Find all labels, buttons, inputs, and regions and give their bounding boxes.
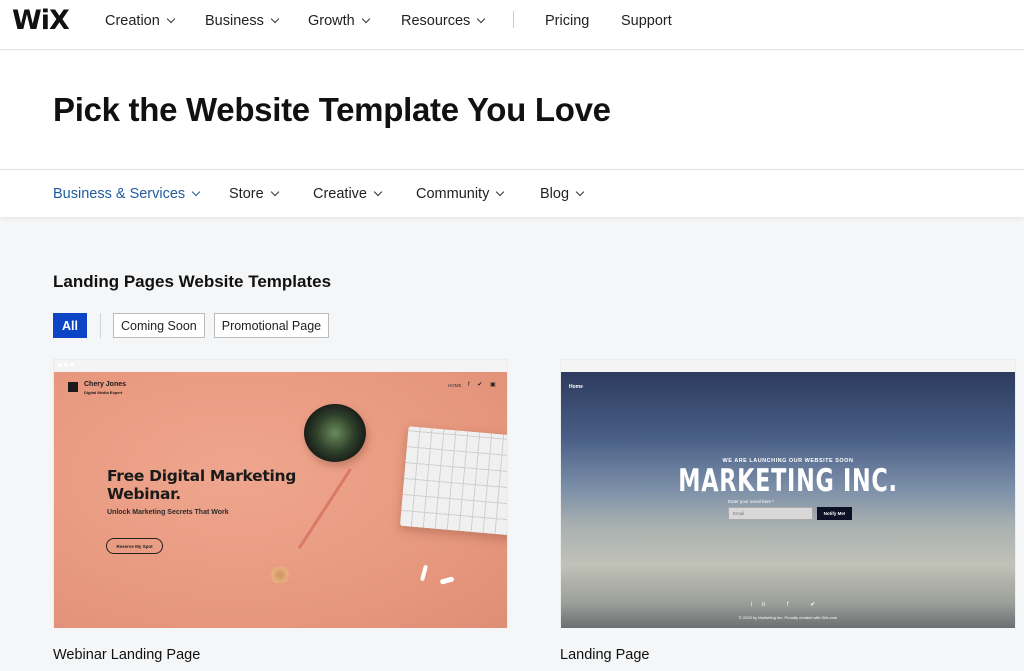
filter-all[interactable]: All <box>53 313 87 338</box>
preview-title: MARKETING INC. <box>678 463 898 499</box>
nav-label: Resources <box>401 13 471 29</box>
template-name[interactable]: Webinar Landing Page <box>53 647 200 663</box>
nav-label: Creation <box>105 13 160 29</box>
template-card-landing[interactable]: Home WE ARE LAUNCHING OUR WEBSITE SOON M… <box>560 359 1016 628</box>
nav-item-pricing[interactable]: Pricing <box>545 13 589 29</box>
chevron-down-icon <box>373 187 383 197</box>
browser-bar <box>54 360 507 372</box>
nav-item-creation[interactable]: Creation <box>105 13 176 29</box>
headline-line-1: Free Digital Marketing <box>107 467 297 485</box>
keyboard-image <box>399 426 507 536</box>
browser-bar <box>561 360 1015 372</box>
preview-nav-home: HOME <box>448 383 462 388</box>
chevron-down-icon <box>477 14 486 24</box>
preview-email-label: Enter your email here * <box>728 499 775 504</box>
category-label: Business & Services <box>53 186 186 202</box>
nav-item-growth[interactable]: Growth <box>308 13 370 29</box>
filter-promotional-page[interactable]: Promotional Page <box>213 313 330 338</box>
category-creative[interactable]: Creative <box>313 186 383 202</box>
chevron-down-icon <box>270 14 280 24</box>
preview-social-icons: in f ✔ <box>750 602 826 608</box>
preview-cta-button: Reserve My Spot <box>106 538 163 554</box>
preview-email-field: Email <box>728 507 813 520</box>
brand-logo-icon <box>68 382 78 392</box>
top-navigation: WiX Creation Business Growth Resources P… <box>0 0 1024 50</box>
pencil-image <box>297 468 352 550</box>
category-business-services[interactable]: Business & Services <box>53 186 201 202</box>
nav-label: Support <box>621 13 672 29</box>
chevron-down-icon <box>575 187 585 197</box>
plant-image <box>304 404 366 462</box>
nav-label: Pricing <box>545 13 590 29</box>
headline-line-2: Webinar. <box>107 485 181 503</box>
nav-item-resources[interactable]: Resources <box>401 13 486 29</box>
nav-label: Growth <box>308 13 355 29</box>
section-title: Landing Pages Website Templates <box>53 272 332 291</box>
hero-section: Pick the Website Template You Love <box>0 51 1024 169</box>
earbud-image <box>439 576 455 585</box>
nav-item-support[interactable]: Support <box>621 13 672 29</box>
preview-headline: Free Digital Marketing Webinar. <box>107 467 296 503</box>
filter-coming-soon[interactable]: Coming Soon <box>112 313 205 338</box>
preview-subhead: Unlock Marketing Secrets That Work <box>107 509 229 516</box>
nav-item-business[interactable]: Business <box>205 13 280 29</box>
category-label: Blog <box>540 186 570 202</box>
filter-bar: All Coming Soon Promotional Page <box>53 313 338 338</box>
chevron-down-icon <box>270 187 279 197</box>
category-label: Store <box>229 186 264 202</box>
preview-brand-name: Chery Jones <box>84 381 127 388</box>
nav-label: Business <box>205 13 264 29</box>
preview-footer: © 2023 by Marketing Inc. Proudly created… <box>738 615 838 620</box>
template-preview: Home WE ARE LAUNCHING OUR WEBSITE SOON M… <box>561 372 1015 628</box>
category-navigation: Business & Services Store Creative Commu… <box>0 169 1024 217</box>
window-dots-icon <box>58 363 74 367</box>
template-name[interactable]: Landing Page <box>560 647 650 663</box>
chevron-down-icon <box>191 187 201 197</box>
category-community[interactable]: Community <box>416 186 505 202</box>
category-store[interactable]: Store <box>229 186 279 202</box>
earbud-image <box>419 564 429 582</box>
chevron-down-icon <box>496 187 505 197</box>
template-card-webinar[interactable]: Chery Jones Digital Media Expert HOME f … <box>53 359 508 628</box>
shavings-image <box>269 567 291 583</box>
category-label: Creative <box>313 186 367 202</box>
chevron-down-icon <box>166 14 176 24</box>
nav-divider <box>513 11 514 28</box>
wix-logo[interactable]: WiX <box>12 5 70 36</box>
category-blog[interactable]: Blog <box>540 186 585 202</box>
template-preview: Chery Jones Digital Media Expert HOME f … <box>54 372 507 628</box>
preview-social-icons: f ✔ ▣ <box>468 382 499 388</box>
category-label: Community <box>416 186 490 202</box>
filter-divider <box>99 313 101 338</box>
chevron-down-icon <box>361 14 370 24</box>
preview-nav-home: Home <box>569 384 583 390</box>
preview-notify-button: Notify Me! <box>817 507 852 520</box>
preview-brand-sub: Digital Media Expert <box>84 390 123 395</box>
page-title: Pick the Website Template You Love <box>53 91 611 128</box>
